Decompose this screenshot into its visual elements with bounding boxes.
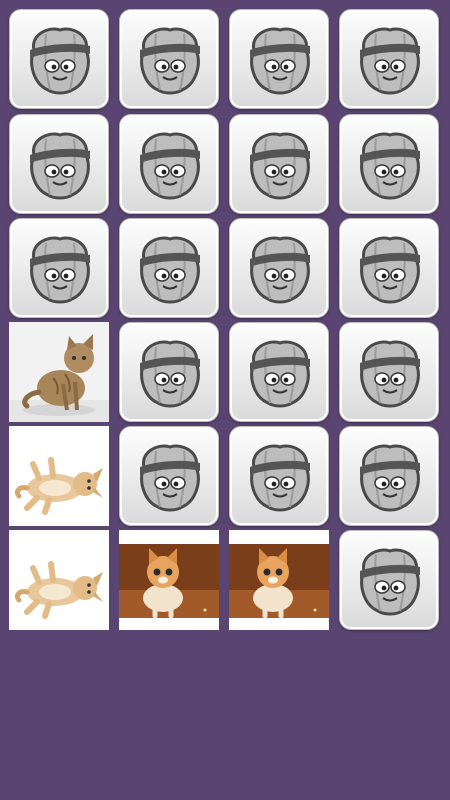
pumpkin-headband-mascot-icon [30,236,90,304]
pumpkin-headband-mascot-icon [140,340,200,408]
memory-card-hidden[interactable] [9,114,109,214]
memory-card-hidden[interactable] [119,9,219,109]
memory-card-hidden[interactable] [339,218,439,318]
memory-card-hidden[interactable] [119,114,219,214]
kitten-lying-on-back-photo [9,426,109,526]
memory-card-hidden[interactable] [229,426,329,526]
memory-card-revealed[interactable] [9,426,109,526]
pumpkin-headband-mascot-icon [360,340,420,408]
pumpkin-headband-mascot-icon [140,236,200,304]
memory-card-hidden[interactable] [339,530,439,630]
memory-card-hidden[interactable] [119,322,219,422]
memory-card-hidden[interactable] [9,218,109,318]
memory-card-revealed[interactable] [229,530,329,630]
memory-card-hidden[interactable] [339,426,439,526]
pumpkin-headband-mascot-icon [360,27,420,95]
pumpkin-headband-mascot-icon [360,548,420,616]
pumpkin-headband-mascot-icon [250,340,310,408]
pumpkin-headband-mascot-icon [30,132,90,200]
memory-card-hidden[interactable] [9,9,109,109]
pumpkin-headband-mascot-icon [250,27,310,95]
memory-card-hidden[interactable] [339,114,439,214]
memory-card-revealed[interactable] [9,322,109,422]
memory-game-board [0,0,450,800]
memory-card-hidden[interactable] [339,322,439,422]
memory-card-hidden[interactable] [229,218,329,318]
ginger-kitten-on-floor-photo [229,530,329,630]
pumpkin-headband-mascot-icon [30,27,90,95]
memory-card-hidden[interactable] [119,218,219,318]
pumpkin-headband-mascot-icon [140,444,200,512]
pumpkin-headband-mascot-icon [140,27,200,95]
memory-card-hidden[interactable] [339,9,439,109]
memory-card-hidden[interactable] [229,9,329,109]
tabby-kitten-photo [9,322,109,422]
pumpkin-headband-mascot-icon [360,236,420,304]
pumpkin-headband-mascot-icon [360,132,420,200]
memory-card-hidden[interactable] [229,114,329,214]
memory-card-hidden[interactable] [119,426,219,526]
pumpkin-headband-mascot-icon [250,444,310,512]
memory-card-revealed[interactable] [9,530,109,630]
ginger-kitten-on-floor-photo [119,530,219,630]
pumpkin-headband-mascot-icon [140,132,200,200]
memory-card-revealed[interactable] [119,530,219,630]
pumpkin-headband-mascot-icon [250,236,310,304]
pumpkin-headband-mascot-icon [360,444,420,512]
memory-card-hidden[interactable] [229,322,329,422]
kitten-lying-on-back-photo [9,530,109,630]
pumpkin-headband-mascot-icon [250,132,310,200]
